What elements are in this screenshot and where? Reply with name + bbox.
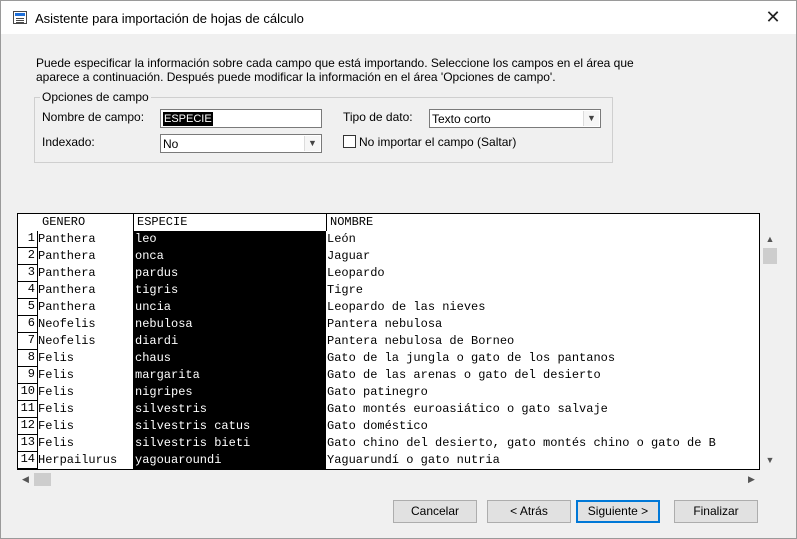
data-preview-grid: GENERO ESPECIE NOMBRE 1 Panthera leo León 2 P…	[17, 213, 760, 470]
table-cell-genero: Panthera	[38, 266, 96, 280]
row-number: 9	[18, 367, 38, 384]
table-cell-genero: Felis	[38, 402, 75, 416]
row-number: 11	[18, 401, 38, 418]
table-cell-genero: Neofelis	[38, 317, 96, 331]
table-cell-genero: Felis	[38, 385, 75, 399]
field-options-group	[34, 97, 613, 163]
row-number: 3	[18, 265, 38, 282]
table-cell-nombre: Tigre	[327, 283, 364, 297]
data-type-value: Texto corto	[432, 112, 491, 126]
column-header-especie[interactable]: ESPECIE	[133, 214, 326, 231]
table-cell-especie: pardus	[135, 266, 179, 280]
row-number: 10	[18, 384, 38, 401]
field-name-input[interactable]: ESPECIE	[160, 109, 322, 128]
row-number: 13	[18, 435, 38, 452]
chevron-down-icon[interactable]: ▼	[583, 111, 599, 126]
table-cell-nombre: Leopardo	[327, 266, 385, 280]
table-cell-nombre: Gato de la jungla o gato de los pantanos	[327, 351, 616, 365]
table-cell-genero: Panthera	[38, 283, 96, 297]
row-number: 8	[18, 350, 38, 367]
row-number: 5	[18, 299, 38, 316]
import-wizard-window: Asistente para importación de hojas de c…	[0, 0, 797, 539]
column-divider	[133, 214, 134, 231]
table-cell-especie: margarita	[135, 368, 200, 382]
table-cell-nombre: Gato montés euroasiático o gato salvaje	[327, 402, 608, 416]
table-cell-especie: tigris	[135, 283, 179, 297]
table-cell-nombre: Pantera nebulosa	[327, 317, 443, 331]
table-cell-nombre: Jaguar	[327, 249, 371, 263]
intro-text: Puede especificar la información sobre c…	[36, 56, 634, 84]
row-number: 7	[18, 333, 38, 350]
table-cell-genero: Felis	[38, 419, 75, 433]
table-cell-nombre: Gato patinegro	[327, 385, 428, 399]
column-header-genero[interactable]: GENERO	[38, 214, 133, 231]
cancel-button[interactable]: Cancelar	[393, 500, 477, 523]
data-type-select[interactable]: Texto corto ▼	[429, 109, 601, 128]
chevron-down-icon[interactable]: ▼	[304, 136, 320, 151]
table-cell-genero: Neofelis	[38, 334, 96, 348]
indexed-value: No	[163, 137, 179, 151]
column-header-nombre[interactable]: NOMBRE	[326, 214, 759, 231]
scroll-thumb[interactable]	[34, 473, 51, 486]
table-cell-nombre: León	[327, 232, 356, 246]
table-cell-nombre: Gato chino del desierto, gato montés chi…	[327, 436, 716, 450]
indexed-select[interactable]: No ▼	[160, 134, 322, 153]
scroll-up-icon[interactable]: ▲	[761, 231, 779, 248]
table-cell-especie: leo	[135, 232, 157, 246]
table-cell-genero: Felis	[38, 436, 75, 450]
spreadsheet-import-icon	[13, 11, 27, 24]
table-cell-genero: Herpailurus	[38, 453, 118, 467]
finish-button[interactable]: Finalizar	[674, 500, 758, 523]
scroll-thumb[interactable]	[763, 248, 777, 264]
row-number: 12	[18, 418, 38, 435]
field-options-legend: Opciones de campo	[40, 90, 151, 104]
back-button[interactable]: < Atrás	[487, 500, 571, 523]
table-cell-nombre: Pantera nebulosa de Borneo	[327, 334, 515, 348]
skip-field-checkbox[interactable]	[343, 135, 356, 148]
horizontal-scrollbar[interactable]: ◀ ▶	[17, 471, 760, 488]
title-bar: Asistente para importación de hojas de c…	[1, 1, 796, 34]
table-cell-genero: Panthera	[38, 232, 96, 246]
table-cell-especie: diardi	[135, 334, 179, 348]
table-cell-nombre: Gato de las arenas o gato del desierto	[327, 368, 601, 382]
row-number: 6	[18, 316, 38, 333]
scroll-down-icon[interactable]: ▼	[761, 452, 779, 469]
vertical-scrollbar[interactable]: ▲ ▼	[761, 231, 779, 469]
row-number: 2	[18, 248, 38, 265]
table-cell-especie: silvestris	[135, 402, 208, 416]
window-title: Asistente para importación de hojas de c…	[35, 11, 304, 26]
field-name-label: Nombre de campo:	[42, 110, 145, 124]
row-number: 4	[18, 282, 38, 299]
scroll-right-icon[interactable]: ▶	[743, 471, 760, 488]
skip-field-label[interactable]: No importar el campo (Saltar)	[359, 135, 516, 149]
close-button[interactable]: ✕	[750, 1, 796, 34]
table-cell-genero: Panthera	[38, 249, 96, 263]
field-name-value: ESPECIE	[163, 112, 213, 126]
table-cell-genero: Panthera	[38, 300, 96, 314]
row-number: 1	[18, 231, 38, 248]
data-type-label: Tipo de dato:	[343, 110, 413, 124]
next-button[interactable]: Siguiente >	[576, 500, 660, 523]
scroll-left-icon[interactable]: ◀	[17, 471, 34, 488]
table-cell-especie: silvestris bieti	[135, 436, 251, 450]
table-cell-especie: silvestris catus	[135, 419, 251, 433]
table-cell-genero: Felis	[38, 351, 75, 365]
row-number: 14	[18, 452, 38, 469]
column-divider	[326, 214, 327, 231]
table-cell-especie: nigripes	[135, 385, 193, 399]
table-cell-especie: yagouaroundi	[135, 453, 222, 467]
close-icon: ✕	[765, 7, 781, 27]
table-cell-especie: onca	[135, 249, 164, 263]
table-cell-nombre: Gato doméstico	[327, 419, 428, 433]
table-cell-genero: Felis	[38, 368, 75, 382]
table-cell-nombre: Yaguarundí o gato nutria	[327, 453, 500, 467]
table-cell-especie: uncia	[135, 300, 172, 314]
table-cell-nombre: Leopardo de las nieves	[327, 300, 486, 314]
table-cell-especie: nebulosa	[135, 317, 193, 331]
indexed-label: Indexado:	[42, 135, 95, 149]
table-cell-especie: chaus	[135, 351, 172, 365]
